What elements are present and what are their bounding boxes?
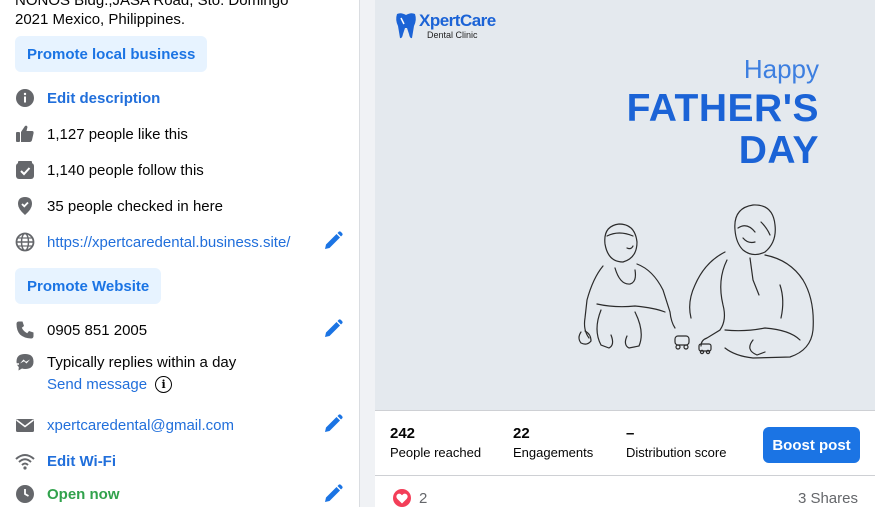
edit-email-pencil-icon[interactable] xyxy=(322,413,344,435)
people-reached-stat: 242 People reached xyxy=(390,425,481,460)
poster-day-text: DAY xyxy=(738,129,819,172)
info-icon xyxy=(15,88,35,108)
globe-icon xyxy=(15,232,35,252)
logo-brand-text: XpertCare xyxy=(419,11,496,30)
phone-row: 0905 851 2005 xyxy=(15,318,147,342)
website-link[interactable]: https://xpertcaredental.business.site/ xyxy=(47,234,290,251)
logo-sub-text: Dental Clinic xyxy=(427,30,478,40)
page-root: NONOS Bldg.,JASA Road, Sto. Domingo 2021… xyxy=(0,0,875,507)
edit-hours-pencil-icon[interactable] xyxy=(322,483,344,505)
shares-count[interactable]: 3 Shares xyxy=(798,490,858,507)
distribution-score-label: Distribution score xyxy=(626,445,727,460)
edit-description-row[interactable]: Edit description xyxy=(15,86,160,110)
info-circle-icon[interactable]: i xyxy=(155,376,173,393)
poster-happy-text: Happy xyxy=(743,54,819,84)
wifi-row[interactable]: Edit Wi-Fi xyxy=(15,449,116,473)
clock-icon xyxy=(15,484,35,504)
clinic-logo: XpertCare Dental Clinic xyxy=(395,12,496,40)
edit-phone-pencil-icon[interactable] xyxy=(322,318,344,340)
people-reached-value: 242 xyxy=(390,425,416,442)
people-reached-label: People reached xyxy=(390,445,482,460)
edit-wifi-link[interactable]: Edit Wi-Fi xyxy=(47,453,116,470)
hours-row: Open now xyxy=(15,482,120,506)
edit-description-link[interactable]: Edit description xyxy=(47,90,160,107)
post-card: XpertCare Dental Clinic Happy FATHER'S D… xyxy=(375,0,875,507)
boost-post-button[interactable]: Boost post xyxy=(763,427,860,463)
engagements-value: 22 xyxy=(513,425,530,442)
envelope-icon xyxy=(15,415,35,435)
send-message-link[interactable]: Send message xyxy=(47,376,147,393)
thumbs-up-icon xyxy=(15,124,35,144)
wifi-icon xyxy=(15,451,35,471)
follows-row: 1,140 people follow this xyxy=(15,158,204,182)
phone-text: 0905 851 2005 xyxy=(47,321,148,339)
love-reaction-icon[interactable] xyxy=(393,489,411,507)
father-and-son-line-drawing xyxy=(578,204,814,359)
messenger-icon xyxy=(15,352,35,372)
follow-check-icon xyxy=(15,160,35,180)
promote-local-business-button[interactable]: Promote local business xyxy=(15,36,208,72)
open-now-text: Open now xyxy=(47,485,120,503)
about-panel: NONOS Bldg.,JASA Road, Sto. Domingo 2021… xyxy=(0,0,360,507)
address-line-2: 2021 Mexico, Philippines. xyxy=(15,11,186,28)
phone-icon xyxy=(15,320,35,340)
checkins-text: 35 people checked in here xyxy=(47,197,223,215)
poster-fathers-text: FATHER'S xyxy=(626,87,819,130)
email-link[interactable]: xpertcaredental@gmail.com xyxy=(47,417,234,434)
follows-text: 1,140 people follow this xyxy=(47,161,204,179)
likes-row: 1,127 people like this xyxy=(15,122,188,146)
reactions-bar: 2 3 Shares xyxy=(375,476,875,507)
replies-text: Typically replies within a day xyxy=(47,353,237,371)
engagements-label: Engagements xyxy=(513,445,594,460)
engagements-stat: 22 Engagements xyxy=(513,425,593,460)
edit-website-pencil-icon[interactable] xyxy=(322,230,344,252)
distribution-score-stat: – Distribution score xyxy=(626,425,726,460)
website-row[interactable]: https://xpertcaredental.business.site/ xyxy=(15,230,290,254)
post-image[interactable]: XpertCare Dental Clinic Happy FATHER'S D… xyxy=(375,0,875,410)
send-message-row[interactable]: Send message i xyxy=(47,376,173,393)
address: NONOS Bldg.,JASA Road, Sto. Domingo 2021… xyxy=(15,0,288,29)
checkins-row: 35 people checked in here xyxy=(15,194,223,218)
email-row[interactable]: xpertcaredental@gmail.com xyxy=(15,413,234,437)
distribution-score-value: – xyxy=(626,425,635,442)
post-insights-bar: 242 People reached 22 Engagements – Dist… xyxy=(375,410,875,476)
promote-website-button[interactable]: Promote Website xyxy=(15,268,162,304)
reaction-count[interactable]: 2 xyxy=(419,490,427,507)
replies-row: Typically replies within a day xyxy=(15,350,236,374)
tooth-icon xyxy=(396,13,416,39)
location-check-icon xyxy=(15,196,35,216)
likes-text: 1,127 people like this xyxy=(47,125,188,143)
address-line-1: NONOS Bldg.,JASA Road, Sto. Domingo xyxy=(15,0,289,9)
